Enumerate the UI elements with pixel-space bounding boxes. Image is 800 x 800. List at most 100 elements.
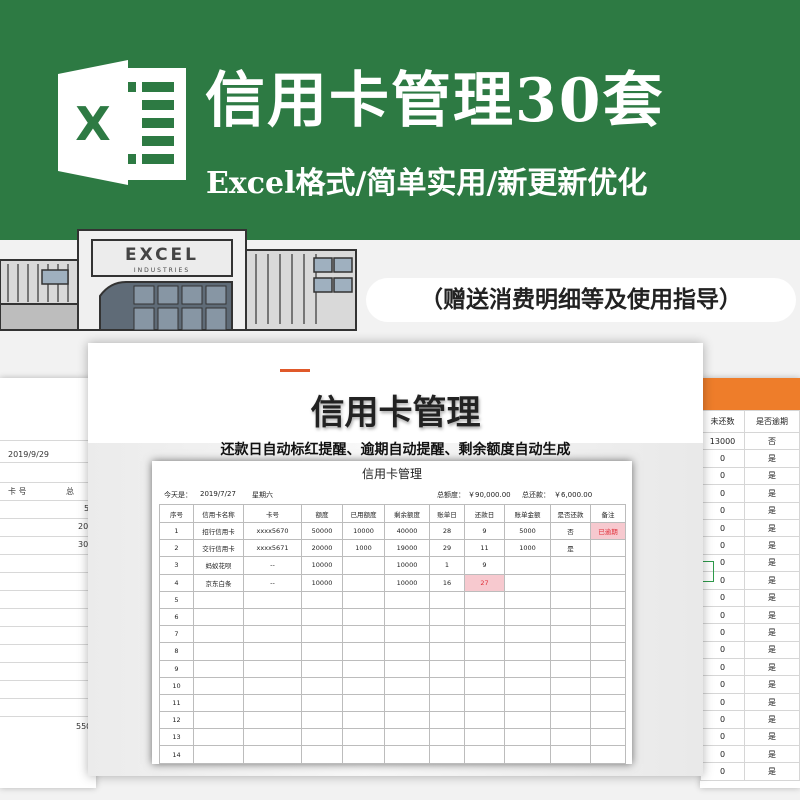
right-sheet-cell[interactable]: 0 [700, 501, 746, 520]
table-cell[interactable]: 28 [429, 521, 465, 541]
table-cell[interactable]: 7 [159, 625, 194, 644]
right-sheet-cell[interactable]: 是 [744, 692, 800, 712]
table-cell[interactable] [550, 556, 591, 575]
table-cell[interactable] [590, 590, 626, 609]
table-cell[interactable] [193, 693, 244, 713]
column-header[interactable]: 额度 [301, 504, 343, 523]
right-sheet-cell[interactable]: 是 [744, 605, 800, 625]
table-cell[interactable] [301, 607, 343, 627]
table-cell[interactable] [342, 676, 385, 695]
right-sheet-cell[interactable]: 是 [744, 762, 800, 781]
table-cell[interactable] [301, 711, 343, 730]
right-sheet-cell[interactable]: 是 [744, 466, 800, 486]
right-sheet-cell[interactable]: 是 [744, 658, 800, 677]
right-sheet-cell[interactable]: 是 [744, 449, 800, 468]
table-cell[interactable] [550, 590, 591, 609]
right-sheet-column-header[interactable]: 未还数 [700, 410, 746, 433]
table-cell[interactable]: 10 [159, 676, 194, 695]
table-cell[interactable]: 9 [464, 521, 505, 541]
table-cell[interactable]: 京东白条 [193, 573, 244, 592]
table-cell[interactable] [384, 728, 430, 747]
table-cell[interactable] [550, 573, 591, 592]
table-cell[interactable]: 20000 [301, 539, 343, 558]
table-cell[interactable] [301, 693, 343, 713]
table-cell[interactable] [243, 607, 302, 627]
table-cell[interactable]: 5000 [504, 521, 551, 541]
table-cell[interactable] [550, 625, 591, 644]
table-cell[interactable] [429, 642, 465, 661]
column-header[interactable]: 信用卡名称 [193, 504, 244, 523]
table-cell[interactable]: 已逾期 [590, 521, 626, 541]
table-cell[interactable]: 10000 [384, 573, 430, 592]
right-sheet-cell[interactable]: 是 [744, 484, 800, 503]
table-cell[interactable] [243, 625, 302, 644]
column-header[interactable]: 剩余额度 [384, 504, 430, 523]
right-sheet-column-header[interactable]: 是否逾期 [744, 410, 800, 433]
right-sheet-cell[interactable]: 否 [744, 431, 800, 451]
table-cell[interactable] [429, 693, 465, 713]
right-sheet-cell[interactable]: 0 [700, 640, 746, 660]
table-cell[interactable]: 5 [159, 590, 194, 609]
table-cell[interactable] [384, 625, 430, 644]
table-cell[interactable]: 10000 [301, 556, 343, 575]
table-cell[interactable]: -- [243, 573, 302, 592]
table-cell[interactable] [243, 642, 302, 661]
table-cell[interactable] [504, 745, 551, 764]
table-cell[interactable] [504, 711, 551, 730]
table-cell[interactable] [301, 676, 343, 695]
table-cell[interactable] [590, 676, 626, 695]
table-cell[interactable] [504, 728, 551, 747]
table-cell[interactable]: 10000 [342, 521, 385, 541]
table-cell[interactable] [342, 642, 385, 661]
table-cell[interactable]: 8 [159, 642, 194, 661]
table-cell[interactable] [301, 642, 343, 661]
table-cell[interactable] [193, 607, 244, 627]
table-cell[interactable] [590, 745, 626, 764]
table-cell[interactable] [193, 676, 244, 695]
right-sheet-cell[interactable]: 是 [744, 745, 800, 764]
column-header[interactable]: 账单日 [429, 504, 465, 523]
table-cell[interactable] [301, 659, 343, 678]
table-cell[interactable] [342, 607, 385, 627]
table-cell[interactable]: 29 [429, 539, 465, 558]
table-cell[interactable] [243, 659, 302, 678]
table-cell[interactable] [550, 693, 591, 713]
column-header[interactable]: 序号 [159, 504, 194, 523]
table-cell[interactable] [429, 745, 465, 764]
table-cell[interactable] [384, 745, 430, 764]
right-sheet-cell[interactable]: 是 [744, 710, 800, 729]
table-cell[interactable] [464, 745, 505, 764]
table-cell[interactable]: 10000 [384, 556, 430, 575]
table-cell[interactable]: -- [243, 556, 302, 575]
table-cell[interactable] [504, 556, 551, 575]
table-cell[interactable] [384, 693, 430, 713]
right-sheet-cell[interactable]: 是 [744, 571, 800, 590]
table-cell[interactable] [342, 659, 385, 678]
table-cell[interactable] [504, 693, 551, 713]
table-cell[interactable] [550, 711, 591, 730]
table-cell[interactable] [464, 676, 505, 695]
table-cell[interactable] [429, 607, 465, 627]
table-cell[interactable] [301, 745, 343, 764]
table-cell[interactable] [590, 642, 626, 661]
table-cell[interactable]: 14 [159, 745, 194, 764]
table-cell[interactable] [504, 607, 551, 627]
table-cell[interactable] [504, 625, 551, 644]
table-cell[interactable] [342, 728, 385, 747]
table-cell[interactable] [301, 625, 343, 644]
right-sheet-cell[interactable]: 是 [744, 536, 800, 555]
column-header[interactable]: 是否还款 [550, 504, 591, 523]
table-cell[interactable]: 13 [159, 728, 194, 747]
table-cell[interactable] [590, 728, 626, 747]
table-cell[interactable] [193, 728, 244, 747]
table-cell[interactable]: xxxx5671 [243, 539, 302, 558]
table-cell[interactable] [550, 607, 591, 627]
table-cell[interactable]: 9 [464, 556, 505, 575]
table-cell[interactable] [342, 711, 385, 730]
right-sheet-cell[interactable]: 是 [744, 727, 800, 747]
table-cell[interactable] [193, 711, 244, 730]
table-cell[interactable] [243, 693, 302, 713]
table-cell[interactable] [550, 745, 591, 764]
right-sheet-cell[interactable]: 是 [744, 501, 800, 520]
right-sheet-cell[interactable]: 0 [700, 518, 746, 538]
